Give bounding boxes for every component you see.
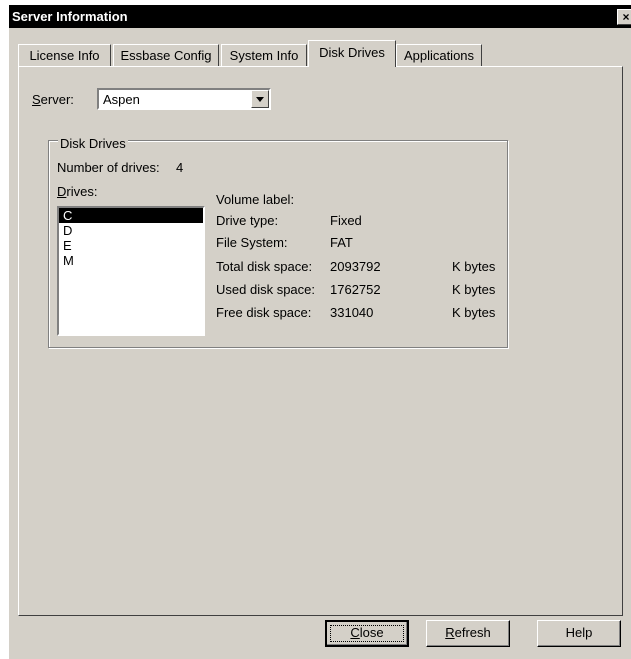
title-bar: Server Information [9,5,631,28]
free-disk-space-unit: K bytes [452,305,496,320]
list-item[interactable]: E [59,238,203,253]
used-disk-space-value: 1762752 [330,282,381,297]
server-dropdown[interactable]: Aspen [97,88,271,110]
help-button[interactable]: Help [537,620,621,647]
refresh-button[interactable]: Refresh [426,620,510,647]
close-button[interactable]: Close [325,620,409,647]
group-title: Disk Drives [58,136,128,151]
drive-type-value: Fixed [330,213,362,228]
drive-type-label: Drive type: [216,213,279,228]
list-item[interactable]: M [59,253,203,268]
tab-essbase-config[interactable]: Essbase Config [113,44,219,66]
tab-system-info[interactable]: System Info [221,44,307,66]
list-item[interactable]: D [59,223,203,238]
total-disk-space-value: 2093792 [330,259,381,274]
free-disk-space-label: Free disk space: [216,305,312,320]
free-disk-space-value: 331040 [330,305,374,320]
file-system-value: FAT [330,235,353,250]
close-window-icon[interactable]: × [617,9,631,25]
file-system-label: File System: [216,235,288,250]
drives-listbox[interactable]: C D E M [57,206,205,336]
server-label: Server: [32,92,74,107]
used-disk-space-unit: K bytes [452,282,496,297]
used-disk-space-label: Used disk space: [216,282,315,297]
total-disk-space-label: Total disk space: [216,259,313,274]
tab-disk-drives[interactable]: Disk Drives [308,40,396,67]
tab-license-info[interactable]: License Info [18,44,111,66]
list-item[interactable]: C [59,208,203,223]
total-disk-space-unit: K bytes [452,259,496,274]
number-of-drives-value: 4 [176,160,184,175]
window-title: Server Information [12,9,128,24]
tab-applications[interactable]: Applications [396,44,482,66]
number-of-drives-label: Number of drives: [57,160,160,175]
chevron-down-icon[interactable] [251,90,269,108]
server-value: Aspen [103,92,140,107]
volume-label-label: Volume label: [216,192,295,207]
drives-label: Drives: [57,184,98,199]
